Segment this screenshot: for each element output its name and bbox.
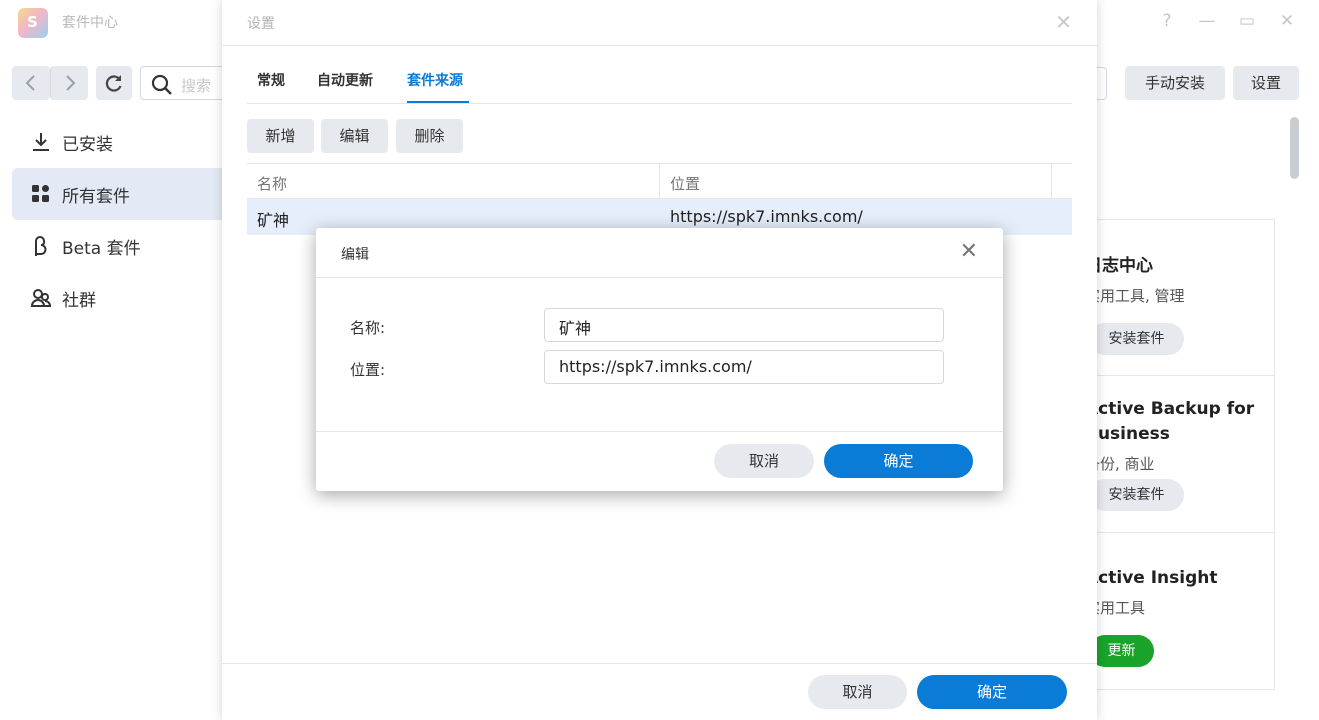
download-icon [33, 133, 49, 151]
sidebar-item-beta[interactable]: Beta 套件 [12, 220, 222, 272]
column-header-location[interactable]: 位置 [670, 173, 700, 194]
community-icon [30, 289, 52, 307]
cancel-button[interactable]: 取消 [714, 444, 814, 478]
tab-general[interactable]: 常规 [257, 70, 285, 90]
install-package-button[interactable]: 安装套件 [1089, 323, 1184, 355]
chevron-right-icon [66, 75, 76, 91]
package-center-logo: S [18, 8, 48, 38]
sidebar-item-all-packages[interactable]: 所有套件 [12, 168, 222, 220]
ok-button[interactable]: 确定 [917, 675, 1067, 709]
refresh-button[interactable] [96, 66, 132, 100]
source-name-cell: 矿神 [257, 211, 290, 230]
table-header: 名称 位置 [247, 163, 1072, 200]
package-card[interactable]: Active Insight 实用工具 更新 [1085, 533, 1275, 690]
sidebar-item-label: 社群 [62, 291, 96, 311]
edit-dialog-title: 编辑 [341, 247, 369, 263]
name-field[interactable]: 矿神 [544, 308, 944, 342]
package-category: 实用工具, 管理 [1085, 287, 1185, 305]
column-divider [659, 164, 660, 200]
settings-header: 设置 ✕ [222, 0, 1097, 46]
active-tab-indicator [407, 101, 469, 103]
sidebar: 已安装 所有套件 Beta 套件 社群 [12, 116, 222, 324]
tab-auto-update[interactable]: 自动更新 [317, 70, 373, 90]
column-divider [1051, 164, 1052, 200]
edit-button[interactable]: 编辑 [321, 119, 388, 153]
source-location-cell: https://spk7.imnks.com/ [670, 207, 863, 226]
maximize-icon[interactable]: ▭ [1235, 9, 1259, 33]
minimize-icon[interactable]: — [1195, 9, 1219, 33]
edit-dialog: 编辑 ✕ 名称: 矿神 位置: https://spk7.imnks.com/ … [316, 228, 1003, 491]
package-card[interactable]: 日志中心 实用工具, 管理 安装套件 [1085, 220, 1275, 376]
ok-button[interactable]: 确定 [824, 444, 973, 478]
close-icon[interactable]: ✕ [1275, 9, 1299, 33]
update-button[interactable]: 更新 [1089, 635, 1154, 667]
manual-install-button[interactable]: 手动安装 [1125, 66, 1225, 100]
delete-button[interactable]: 删除 [396, 119, 463, 153]
location-field[interactable]: https://spk7.imnks.com/ [544, 350, 944, 384]
location-label: 位置: [350, 361, 386, 379]
sidebar-item-label: 所有套件 [62, 187, 130, 207]
sidebar-item-label: 已安装 [62, 135, 113, 155]
search-icon [151, 74, 172, 95]
refresh-icon [105, 75, 122, 92]
cancel-button[interactable]: 取消 [808, 675, 907, 709]
chevron-left-icon [25, 75, 35, 91]
close-icon[interactable]: ✕ [960, 239, 978, 264]
package-name: 日志中心 [1085, 256, 1153, 276]
sidebar-item-community[interactable]: 社群 [12, 272, 222, 324]
settings-button[interactable]: 设置 [1233, 66, 1299, 100]
settings-tabs: 常规 自动更新 套件来源 [247, 58, 1072, 104]
package-name: Active Backup for Business [1085, 399, 1255, 444]
beta-icon [35, 236, 47, 256]
package-sources-table: 名称 位置 矿神 https://spk7.imnks.com/ [247, 163, 1072, 235]
settings-footer: 取消 确定 [222, 663, 1097, 720]
tab-package-sources[interactable]: 套件来源 [407, 70, 463, 90]
add-button[interactable]: 新增 [247, 119, 314, 153]
grid-icon [32, 185, 49, 202]
app-title: 套件中心 [62, 15, 118, 31]
name-label: 名称: [350, 319, 386, 337]
back-button[interactable] [12, 66, 50, 100]
scrollbar[interactable] [1290, 117, 1299, 179]
settings-title: 设置 [247, 16, 275, 32]
edit-dialog-header: 编辑 ✕ [316, 228, 1003, 278]
help-icon[interactable]: ? [1155, 9, 1179, 33]
install-package-button[interactable]: 安装套件 [1089, 479, 1184, 511]
sidebar-item-installed[interactable]: 已安装 [12, 116, 222, 168]
search-placeholder: 搜索 [181, 77, 212, 95]
sidebar-item-label: Beta 套件 [62, 239, 141, 259]
edit-dialog-divider [316, 431, 1003, 432]
package-name: Active Insight [1085, 568, 1218, 588]
close-icon[interactable]: ✕ [1055, 10, 1072, 34]
column-header-name[interactable]: 名称 [257, 173, 287, 194]
package-card[interactable]: Active Backup for Business 备份, 商业 安装套件 [1085, 376, 1275, 533]
forward-button[interactable] [50, 66, 88, 100]
